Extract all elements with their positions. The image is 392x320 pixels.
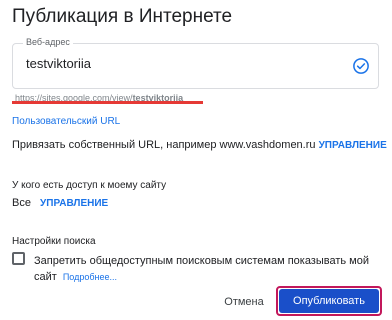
access-row: Все УПРАВЛЕНИЕ [12,197,108,209]
url-highlight-underline [12,101,203,104]
search-settings-heading: Настройки поиска [12,236,96,247]
check-circle-icon [353,58,369,74]
dialog-title: Публикация в Интернете [12,6,233,27]
web-address-field[interactable]: Веб-адрес [12,37,379,89]
web-address-input[interactable] [26,56,326,71]
custom-url-heading: Пользовательский URL [12,116,121,127]
web-address-label: Веб-адрес [23,37,73,47]
hide-from-search-checkbox[interactable] [12,252,25,265]
access-heading: У кого есть доступ к моему сайту [12,180,167,191]
cancel-button[interactable]: Отмена [218,290,270,314]
hide-from-search-label: Запретить общедоступным поисковым систем… [34,253,374,285]
custom-url-row: Привязать собственный URL, например www.… [12,139,387,151]
learn-more-link[interactable]: Подробнее... [63,272,117,282]
publish-button[interactable]: Опубликовать [279,289,379,313]
access-manage-button[interactable]: УПРАВЛЕНИЕ [40,198,108,209]
publish-dialog: Публикация в Интернете Веб-адрес https:/… [0,0,392,320]
custom-url-description: Привязать собственный URL, например www.… [12,139,316,151]
custom-url-manage-button[interactable]: УПРАВЛЕНИЕ [319,140,387,151]
access-value: Все [12,197,31,209]
